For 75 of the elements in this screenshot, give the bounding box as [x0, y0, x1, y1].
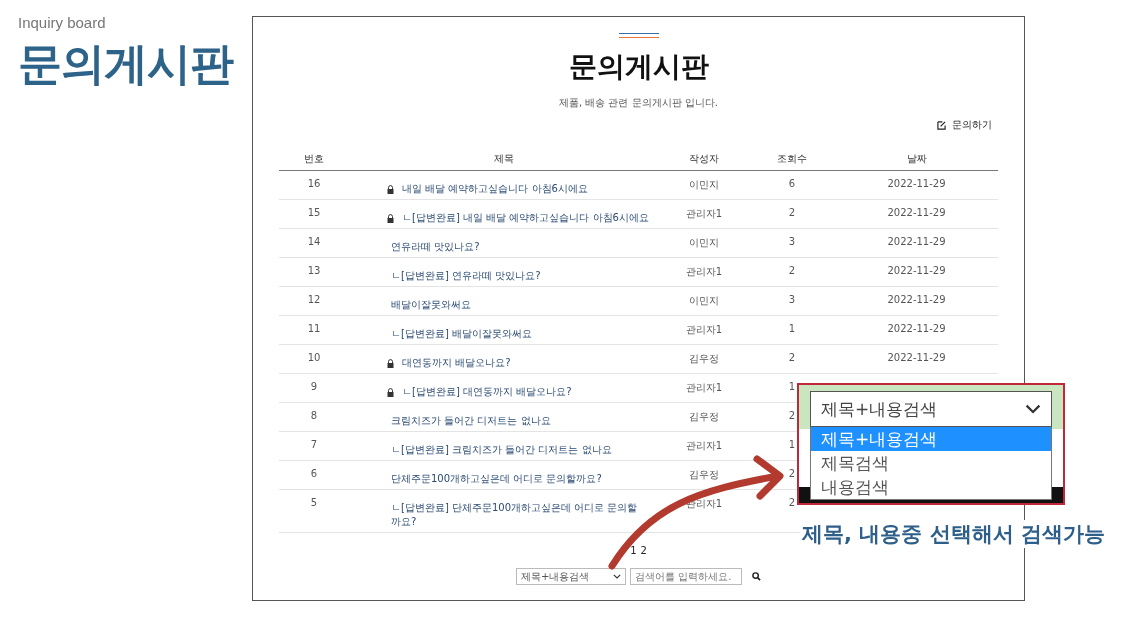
- table-cell-text: 12: [306, 294, 322, 305]
- table-cell-text: 1: [787, 381, 797, 392]
- column-header: 조회수: [776, 152, 808, 166]
- table-cell-text: 관리자1: [684, 381, 724, 395]
- table-cell-text: 16: [306, 178, 322, 189]
- post-title-link[interactable]: ㄴ[답변완료] 연유라떼 맛있나요?: [391, 269, 541, 283]
- table-cell-text: 2022-11-29: [886, 178, 947, 189]
- table-cell-text: 관리자1: [684, 497, 724, 511]
- table-cell-text: 14: [306, 236, 322, 247]
- search-field[interactable]: 검색어를 입력하세요.: [630, 568, 742, 585]
- table-cell-text: 이민지: [688, 294, 720, 308]
- page-link[interactable]: 1: [630, 545, 637, 556]
- table-cell-text: 이민지: [688, 178, 720, 192]
- title-decoration: [618, 33, 659, 38]
- table-cell-text: 2022-11-29: [886, 236, 947, 247]
- post-title-link[interactable]: 연유라떼 맛있나요?: [391, 240, 480, 254]
- table-cell-text: 관리자1: [684, 323, 724, 337]
- table-cell-text: 2: [787, 265, 797, 276]
- table-cell-text: 2022-11-29: [886, 207, 947, 218]
- table-cell-text: 15: [306, 207, 322, 218]
- table-cell-text: 11: [306, 323, 322, 334]
- table-cell-text: 관리자1: [684, 265, 724, 279]
- table-cell-text: 3: [787, 236, 797, 247]
- column-header: 제목: [493, 152, 515, 166]
- slide-subtitle: Inquiry board: [18, 14, 106, 31]
- post-title-link[interactable]: ㄴ[답변완료] 배달이잘못와써요: [391, 327, 532, 341]
- post-title-link[interactable]: ㄴ[답변완료] 내일 배달 예약하고싶습니다 아침6시에요: [402, 211, 649, 225]
- table-cell-text: 2: [787, 352, 797, 363]
- table-cell-text: 2022-11-29: [886, 323, 947, 334]
- post-title-link[interactable]: 대연동까지 배달오나요?: [402, 356, 511, 370]
- table-cell-text: 2: [787, 207, 797, 218]
- post-title-link[interactable]: ㄴ[답변완료] 크림치즈가 들어간 디저트는 없나요: [391, 443, 612, 457]
- table-cell-text: 3: [787, 294, 797, 305]
- table-cell-text: 1: [787, 439, 797, 450]
- table-cell-text: 2: [787, 497, 797, 508]
- chevron-down-icon: [1025, 404, 1041, 414]
- post-title-link[interactable]: 내일 배달 예약하고싶습니다 아침6시에요: [402, 182, 588, 196]
- table-cell-text: 2022-11-29: [886, 265, 947, 276]
- edit-icon: [937, 120, 946, 130]
- table-cell-text: 1: [787, 323, 797, 334]
- page-link[interactable]: 2: [640, 545, 647, 556]
- table-cell-text: 관리자1: [684, 439, 724, 453]
- post-title-link[interactable]: ㄴ[답변완료] 단체주문100개하고싶은데 어디로 문의할까요?: [391, 501, 643, 529]
- table-cell-text: 2022-11-29: [886, 294, 947, 305]
- table-cell-text: 9: [309, 381, 319, 392]
- table-cell-text: 2: [787, 468, 797, 479]
- post-title-link[interactable]: 배달이잘못와써요: [391, 298, 471, 312]
- table-cell-text: 7: [309, 439, 319, 450]
- table-cell-text: 김우정: [688, 468, 720, 482]
- table-cell-text: 2: [787, 410, 797, 421]
- table-cell-text: 5: [309, 497, 319, 508]
- table-cell-text: 관리자1: [684, 207, 724, 221]
- search-scope-select[interactable]: 제목+내용검색: [516, 568, 626, 585]
- table-cell-text: 6: [309, 468, 319, 479]
- chevron-down-icon: [613, 574, 621, 579]
- table-cell-text: 10: [306, 352, 322, 363]
- write-button[interactable]: 문의하기: [937, 118, 998, 132]
- table-cell-text: 김우정: [688, 352, 720, 366]
- table-cell-text: 이민지: [688, 236, 720, 250]
- callout-caption: 제목, 내용중 선택해서 검색가능: [800, 520, 1107, 548]
- post-title-link[interactable]: ㄴ[답변완료] 대연동까지 배달오나요?: [402, 385, 572, 399]
- column-header: 날짜: [905, 152, 928, 166]
- table-cell-text: 13: [306, 265, 322, 276]
- table-cell-text: 2022-11-29: [886, 352, 947, 363]
- table-cell-text: 6: [787, 178, 797, 189]
- post-title-link[interactable]: 크림치즈가 들어간 디저트는 없나요: [391, 414, 551, 428]
- board-title: 문의게시판: [568, 49, 709, 85]
- search-scope-select[interactable]: 제목+내용검색: [810, 391, 1052, 427]
- column-header: 번호: [303, 152, 325, 166]
- table-cell-text: 8: [309, 410, 319, 421]
- board-description: 제품, 배송 관련 문의게시판 입니다.: [558, 96, 719, 110]
- post-title-link[interactable]: 단체주문100개하고싶은데 어디로 문의할까요?: [391, 472, 602, 486]
- column-header: 작성자: [688, 152, 720, 166]
- table-cell-text: 김우정: [688, 410, 720, 424]
- slide-heading: 문의게시판: [18, 37, 233, 91]
